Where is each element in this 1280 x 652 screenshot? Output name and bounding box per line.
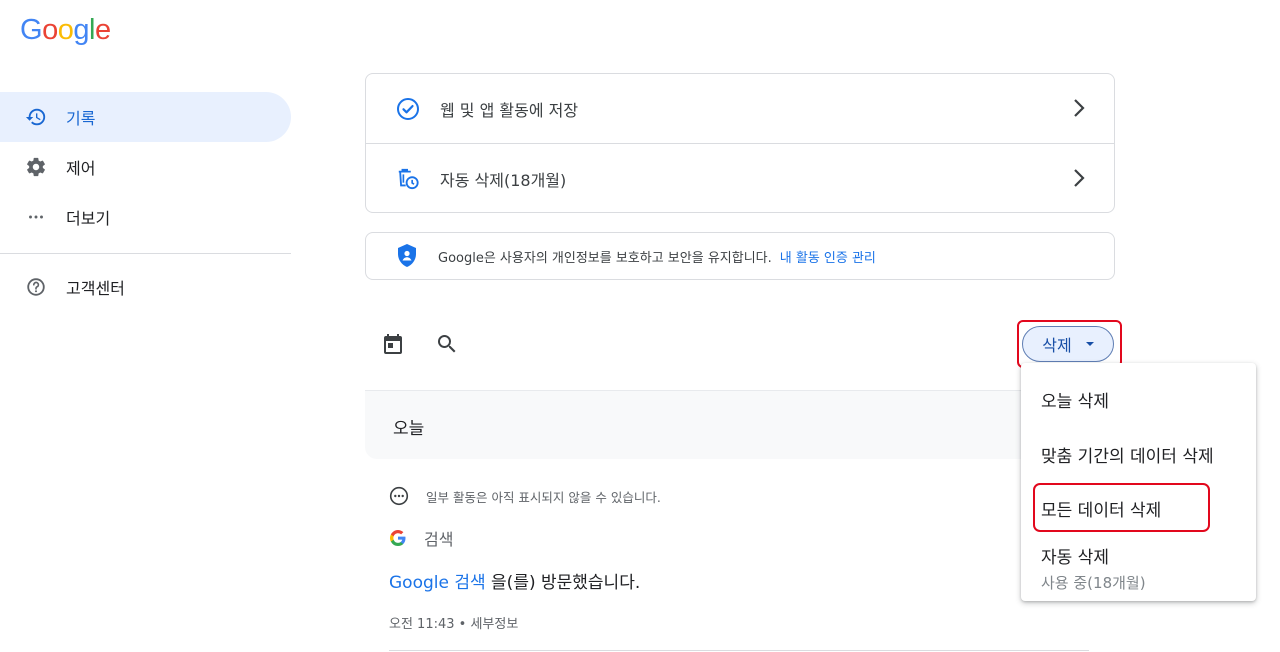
menu-item-label: 맞춤 기간의 데이터 삭제 [1041, 447, 1214, 467]
activity-source-label: 검색 [424, 530, 454, 549]
sidebar-item-controls[interactable]: 제어 [0, 142, 291, 192]
activity-divider [389, 650, 1089, 651]
delete-dropdown-button[interactable]: 삭제 [1022, 326, 1114, 362]
sidebar-item-label: 기록 [66, 109, 96, 128]
menu-item-delete-all-time[interactable]: 모든 데이터 삭제 [1021, 496, 1256, 521]
chevron-right-icon [1072, 167, 1086, 193]
menu-item-sublabel: 사용 중(18개월) [1041, 574, 1146, 592]
visit-text: 을(를) 방문했습니다. [485, 573, 641, 593]
sidebar-item-history[interactable]: 기록 [0, 92, 291, 142]
delete-button-label: 삭제 [1042, 336, 1072, 355]
history-icon [25, 106, 47, 128]
gear-icon [25, 156, 47, 178]
menu-item-label: 오늘 삭제 [1041, 392, 1109, 412]
auto-delete-row[interactable]: 자동 삭제(18개월) [366, 144, 1114, 214]
menu-item-label: 자동 삭제 [1041, 548, 1109, 568]
google-search-link[interactable]: Google 검색 [389, 573, 486, 593]
activity-note: 일부 활동은 아직 표시되지 않을 수 있습니다. [389, 486, 661, 506]
logo-letter: o [42, 14, 58, 46]
menu-item-delete-custom-range[interactable]: 맞춤 기간의 데이터 삭제 [1021, 442, 1256, 467]
delete-menu: 오늘 삭제 맞춤 기간의 데이터 삭제 모든 데이터 삭제 자동 삭제 사용 중… [1021, 363, 1256, 601]
logo-letter: o [57, 14, 74, 46]
web-app-activity-label: 웹 및 앱 활동에 저장 [440, 101, 579, 120]
search-icon[interactable] [435, 332, 459, 356]
caret-down-icon [1085, 342, 1094, 346]
sidebar-item-label: 제어 [66, 159, 96, 178]
activity-note-text: 일부 활동은 아직 표시되지 않을 수 있습니다. [426, 489, 661, 505]
sidebar-item-more[interactable]: 더보기 [0, 192, 291, 242]
menu-item-auto-delete[interactable]: 자동 삭제 사용 중(18개월) [1021, 543, 1256, 593]
activity-visit-line: Google 검색 을(를) 방문했습니다. [389, 568, 640, 593]
web-app-activity-row[interactable]: 웹 및 앱 활동에 저장 [366, 74, 1114, 144]
today-section-header: 오늘 [365, 390, 1115, 459]
logo-letter: e [94, 14, 111, 46]
shield-icon [396, 243, 418, 269]
today-label: 오늘 [393, 419, 425, 439]
sidebar-divider [0, 253, 291, 254]
google-g-icon [389, 529, 407, 547]
calendar-icon[interactable] [381, 332, 405, 356]
activity-settings-card: 웹 및 앱 활동에 저장 자동 삭제(18개월) [365, 73, 1115, 213]
logo-letter: G [20, 14, 43, 46]
activity-source: 검색 [389, 526, 453, 550]
check-circle-icon [396, 97, 420, 121]
logo-letter: g [73, 14, 89, 46]
manage-activity-verification-link[interactable]: 내 활동 인증 관리 [780, 247, 876, 266]
help-icon [25, 276, 47, 298]
menu-item-delete-today[interactable]: 오늘 삭제 [1021, 387, 1256, 412]
chevron-right-icon [1072, 97, 1086, 123]
menu-item-label: 모든 데이터 삭제 [1041, 501, 1162, 521]
auto-delete-label: 자동 삭제(18개월) [440, 171, 567, 190]
auto-delete-icon [396, 167, 420, 191]
activity-meta[interactable]: 오전 11:43 • 세부정보 [389, 613, 518, 632]
more-circle-icon [389, 486, 409, 506]
sidebar-item-help[interactable]: 고객센터 [0, 262, 291, 312]
privacy-text: Google은 사용자의 개인정보를 보호하고 보안을 유지합니다. [438, 250, 772, 266]
google-logo: Google [20, 14, 111, 46]
more-horiz-icon [25, 206, 47, 228]
privacy-notice-card: Google은 사용자의 개인정보를 보호하고 보안을 유지합니다. 내 활동 … [365, 232, 1115, 280]
sidebar-item-label: 더보기 [66, 209, 111, 228]
sidebar-item-label: 고객센터 [66, 279, 125, 298]
